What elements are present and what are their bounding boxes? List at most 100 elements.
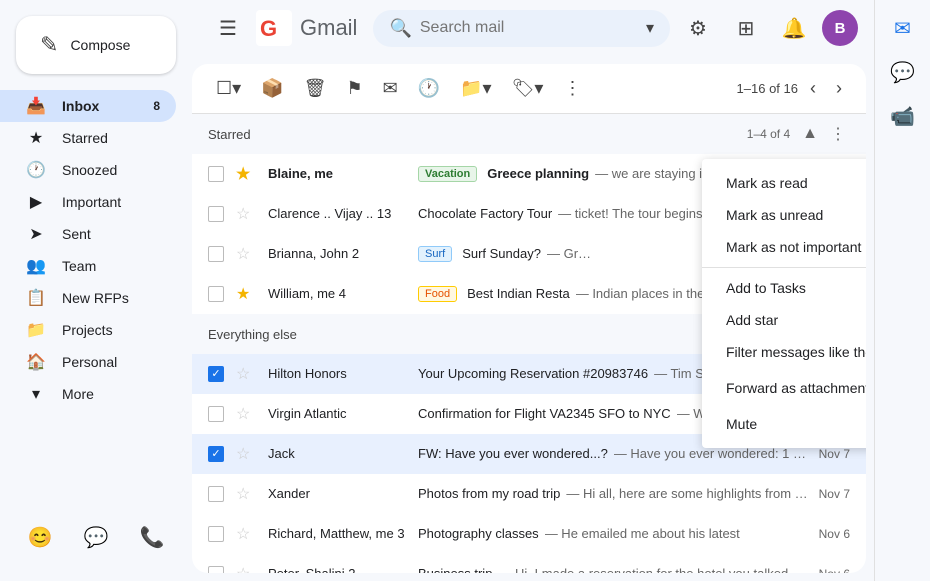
email-subject: Chocolate Factory Tour: [418, 206, 552, 221]
star-button[interactable]: ☆: [236, 564, 260, 574]
email-body: Photos from my road trip — Hi all, here …: [418, 486, 811, 501]
email-sender: Virgin Atlantic: [268, 406, 418, 421]
search-filter-icon[interactable]: ▾: [646, 18, 654, 38]
sidebar-item-snoozed[interactable]: 🕐 Snoozed: [0, 154, 176, 186]
email-checkbox-area[interactable]: [208, 166, 232, 182]
label-button[interactable]: 🏷▾: [504, 72, 552, 105]
email-sender: Blaine, me: [268, 166, 418, 181]
email-checkbox[interactable]: [208, 366, 224, 382]
notifications-button[interactable]: 🔔: [774, 8, 814, 48]
sidebar-item-inbox[interactable]: 📥 Inbox 8: [0, 90, 176, 122]
menu-item-forward-attachment[interactable]: Forward as attachment: [702, 368, 866, 408]
email-row[interactable]: ☆ Xander Photos from my road trip — Hi a…: [192, 474, 866, 514]
delete-button[interactable]: 🗑: [296, 72, 335, 105]
hamburger-menu-button[interactable]: ☰: [208, 8, 248, 48]
email-subject: Greece planning: [487, 166, 589, 181]
right-panel-mail-icon[interactable]: ✉: [883, 8, 923, 48]
email-checkbox-area[interactable]: [208, 486, 232, 502]
sidebar-item-projects[interactable]: 📁 Projects: [0, 314, 176, 346]
snooze-button[interactable]: 🕐: [410, 72, 448, 105]
sidebar-help-icon[interactable]: 💬: [76, 517, 116, 557]
apps-button[interactable]: ⊞: [726, 8, 766, 48]
sidebar-item-new-rfps[interactable]: 📋 New RFPs: [0, 282, 176, 314]
email-count: 1–16 of 16: [737, 81, 798, 96]
mark-read-button[interactable]: ✉: [375, 72, 406, 105]
star-button[interactable]: ☆: [236, 364, 260, 384]
email-subject: Surf Sunday?: [462, 246, 541, 261]
email-checkbox[interactable]: [208, 166, 224, 182]
email-checkbox[interactable]: [208, 206, 224, 222]
email-row[interactable]: ☆ Richard, Matthew, me 3 Photography cla…: [192, 514, 866, 554]
snoozed-label: Snoozed: [62, 162, 117, 178]
email-checkbox[interactable]: [208, 446, 224, 462]
email-checkbox-area[interactable]: [208, 526, 232, 542]
email-body: Business trip — Hi, I made a reservation…: [418, 566, 811, 573]
prev-page-button[interactable]: ‹: [802, 72, 824, 105]
sidebar-item-personal[interactable]: 🏠 Personal: [0, 346, 176, 378]
email-sender: Hilton Honors: [268, 366, 418, 381]
email-sender: Xander: [268, 486, 418, 501]
email-checkbox-area[interactable]: [208, 286, 232, 302]
starred-section-header: Starred 1–4 of 4 ▲ ⋮: [192, 114, 866, 154]
star-button[interactable]: ☆: [236, 444, 260, 464]
sidebar-item-starred[interactable]: ★ Starred: [0, 122, 176, 154]
email-checkbox-area[interactable]: [208, 446, 232, 462]
email-checkbox[interactable]: [208, 486, 224, 502]
email-checkbox[interactable]: [208, 406, 224, 422]
star-button[interactable]: ☆: [236, 244, 260, 264]
right-panel-chat-icon[interactable]: 💬: [883, 52, 923, 92]
archive-button[interactable]: 📦: [253, 72, 291, 105]
topbar: ☰ G Gmail 🔍 ▾ ⚙ ⊞ 🔔 B: [192, 0, 874, 56]
email-checkbox-area[interactable]: [208, 566, 232, 574]
email-checkbox-area[interactable]: [208, 206, 232, 222]
next-page-button[interactable]: ›: [828, 72, 850, 105]
sidebar-item-more[interactable]: ▾ More: [0, 378, 176, 410]
sidebar-item-sent[interactable]: ➤ Sent: [0, 218, 176, 250]
email-checkbox[interactable]: [208, 566, 224, 574]
menu-item-add-star[interactable]: Add star: [702, 304, 866, 336]
sidebar-item-important[interactable]: ▶ Important: [0, 186, 176, 218]
select-all-button[interactable]: ☐▾: [208, 72, 249, 105]
email-checkbox-area[interactable]: [208, 366, 232, 382]
right-panel-meet-icon[interactable]: 📹: [883, 96, 923, 136]
email-checkbox[interactable]: [208, 286, 224, 302]
email-subject: Photography classes: [418, 526, 539, 541]
sidebar-user-icon[interactable]: 😊: [20, 517, 60, 557]
sidebar-item-team[interactable]: 👥 Team: [0, 250, 176, 282]
star-button[interactable]: ☆: [236, 484, 260, 504]
gmail-logo: G: [256, 10, 292, 46]
starred-more-button[interactable]: ⋮: [826, 122, 850, 146]
compose-button[interactable]: ✎ Compose: [16, 16, 176, 74]
email-checkbox-area[interactable]: [208, 406, 232, 422]
star-button[interactable]: ☆: [236, 204, 260, 224]
settings-button[interactable]: ⚙: [678, 8, 718, 48]
toolbar-nav: ‹ ›: [802, 72, 850, 105]
email-snippet: — Gr…: [547, 246, 591, 261]
email-checkbox-area[interactable]: [208, 246, 232, 262]
user-avatar[interactable]: B: [822, 10, 858, 46]
email-checkbox[interactable]: [208, 246, 224, 262]
email-row[interactable]: ☆ Peter, Shalini 2 Business trip — Hi, I…: [192, 554, 866, 573]
report-button[interactable]: ⚑: [338, 72, 370, 105]
menu-item-add-tasks[interactable]: Add to Tasks: [702, 272, 866, 304]
team-icon: 👥: [26, 256, 46, 276]
star-button[interactable]: ☆: [236, 404, 260, 424]
starred-icon: ★: [26, 128, 46, 148]
menu-item-mark-not-important[interactable]: Mark as not important: [702, 231, 866, 263]
menu-item-mark-unread[interactable]: Mark as unread: [702, 199, 866, 231]
star-button[interactable]: ★: [236, 164, 260, 184]
star-button[interactable]: ☆: [236, 524, 260, 544]
email-subject: Photos from my road trip: [418, 486, 560, 501]
sidebar-phone-icon[interactable]: 📞: [132, 517, 172, 557]
starred-collapse-button[interactable]: ▲: [798, 122, 822, 146]
menu-item-mark-read[interactable]: Mark as read: [702, 167, 866, 199]
search-bar[interactable]: 🔍 ▾: [373, 10, 670, 47]
menu-item-mute[interactable]: Mute: [702, 408, 866, 440]
inbox-label: Inbox: [62, 98, 99, 114]
menu-item-filter-messages[interactable]: Filter messages like these: [702, 336, 866, 368]
search-input[interactable]: [420, 19, 638, 37]
more-actions-button[interactable]: ⋮: [555, 72, 589, 105]
email-checkbox[interactable]: [208, 526, 224, 542]
star-button[interactable]: ★: [236, 284, 260, 304]
move-to-button[interactable]: 📁▾: [452, 72, 499, 105]
